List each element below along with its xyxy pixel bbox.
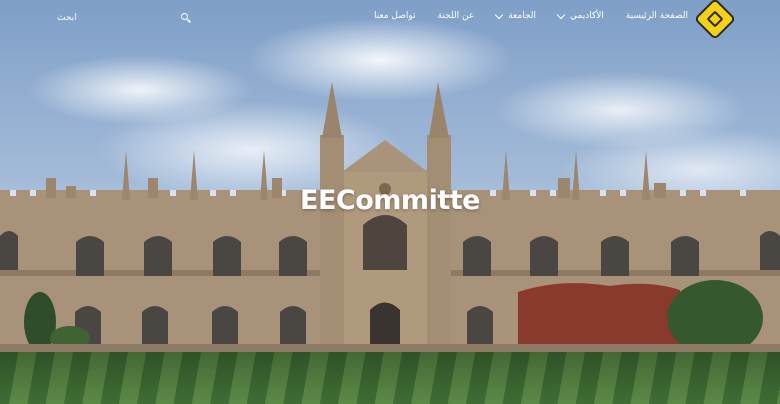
logo-icon[interactable] — [693, 0, 737, 41]
nav-item-label: الجامعة — [508, 11, 536, 21]
nav-item-label: عن اللجنة — [437, 11, 475, 21]
chevron-down-icon — [556, 10, 566, 19]
search-icon[interactable] — [181, 13, 191, 23]
nav-item-about[interactable]: عن اللجنة — [438, 11, 475, 21]
nav-item-contact[interactable]: تواصل معنا — [374, 11, 416, 21]
nav-item-label: الصفحة الرئيسية — [625, 11, 688, 21]
hero-title: EECommitte — [300, 185, 480, 216]
nav-item-academic[interactable]: الأكاديمي — [556, 10, 604, 21]
nav-item-home[interactable]: الصفحة الرئيسية — [626, 11, 688, 21]
nav-item-label: تواصل معنا — [373, 11, 416, 21]
chevron-down-icon — [494, 10, 504, 19]
nav-menu: الصفحة الرئيسية الأكاديمي الجامعة عن الل… — [374, 10, 688, 21]
nav-item-label: الأكاديمي — [570, 11, 604, 21]
search-link[interactable]: ابحث — [57, 13, 77, 23]
top-navbar: الصفحة الرئيسية الأكاديمي الجامعة عن الل… — [0, 0, 780, 41]
nav-item-university[interactable]: الجامعة — [494, 10, 536, 21]
